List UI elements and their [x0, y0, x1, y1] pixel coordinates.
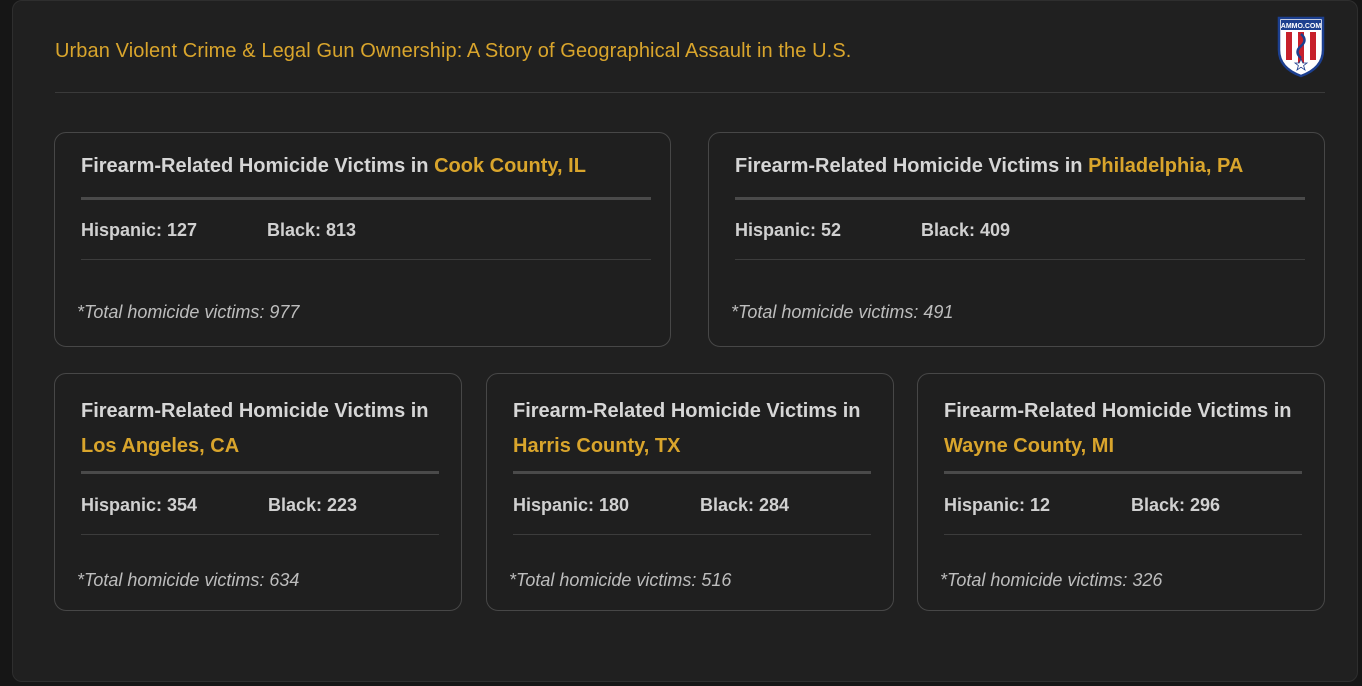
black-stat: Black: 296 [1131, 495, 1221, 515]
stat-divider [944, 534, 1302, 535]
card-heading-text: Firearm-Related Homicide Victims in [735, 155, 1089, 177]
card-location: Cook County, IL [434, 155, 586, 177]
heading-divider [944, 471, 1302, 474]
card-cook-county: Firearm-Related Homicide Victims in Cook… [54, 132, 671, 347]
card-heading-text: Firearm-Related Homicide Victims in [81, 155, 435, 177]
card-location: Philadelphia, PA [1088, 155, 1244, 177]
logo-text: AMMO.COM [1281, 23, 1322, 30]
title-divider [55, 92, 1325, 93]
hispanic-stat: Hispanic: 52 [735, 220, 842, 240]
total-victims: *Total homicide victims: 326 [940, 570, 1163, 590]
stat-divider [81, 259, 651, 260]
heading-divider [735, 197, 1305, 200]
hispanic-stat: Hispanic: 12 [944, 495, 1051, 515]
ammo-com-logo[interactable]: AMMO.COM [1277, 16, 1325, 78]
card-heading: Firearm-Related Homicide Victims in Los … [81, 394, 451, 464]
black-stat: Black: 284 [700, 495, 790, 515]
card-heading: Firearm-Related Homicide Victims in Harr… [513, 394, 883, 464]
total-victims: *Total homicide victims: 977 [77, 302, 300, 322]
black-stat: Black: 813 [267, 220, 357, 240]
total-victims: *Total homicide victims: 491 [731, 302, 954, 322]
heading-divider [81, 197, 651, 200]
card-heading-text: Firearm-Related Homicide Victims in [513, 400, 861, 422]
heading-divider [81, 471, 439, 474]
card-heading-text: Firearm-Related Homicide Victims in [81, 400, 429, 422]
heading-divider [513, 471, 871, 474]
card-heading-text: Firearm-Related Homicide Victims in [944, 400, 1292, 422]
hispanic-stat: Hispanic: 127 [81, 220, 198, 240]
black-stat: Black: 409 [921, 220, 1011, 240]
card-wayne-county: Firearm-Related Homicide Victims in Wayn… [917, 373, 1325, 611]
page-title: Urban Violent Crime & Legal Gun Ownershi… [55, 40, 852, 62]
total-victims: *Total homicide victims: 516 [509, 570, 732, 590]
card-heading: Firearm-Related Homicide Victims in Wayn… [944, 394, 1314, 464]
total-victims: *Total homicide victims: 634 [77, 570, 300, 590]
card-heading: Firearm-Related Homicide Victims in Cook… [81, 149, 586, 184]
stat-divider [735, 259, 1305, 260]
card-location: Wayne County, MI [944, 435, 1114, 457]
hispanic-stat: Hispanic: 354 [81, 495, 198, 515]
card-heading: Firearm-Related Homicide Victims in Phil… [735, 149, 1243, 184]
hispanic-stat: Hispanic: 180 [513, 495, 630, 515]
card-location: Harris County, TX [513, 435, 681, 457]
black-stat: Black: 223 [268, 495, 358, 515]
stat-divider [513, 534, 871, 535]
card-los-angeles: Firearm-Related Homicide Victims in Los … [54, 373, 462, 611]
card-location: Los Angeles, CA [81, 435, 240, 457]
stat-divider [81, 534, 439, 535]
card-philadelphia: Firearm-Related Homicide Victims in Phil… [708, 132, 1325, 347]
card-harris-county: Firearm-Related Homicide Victims in Harr… [486, 373, 894, 611]
